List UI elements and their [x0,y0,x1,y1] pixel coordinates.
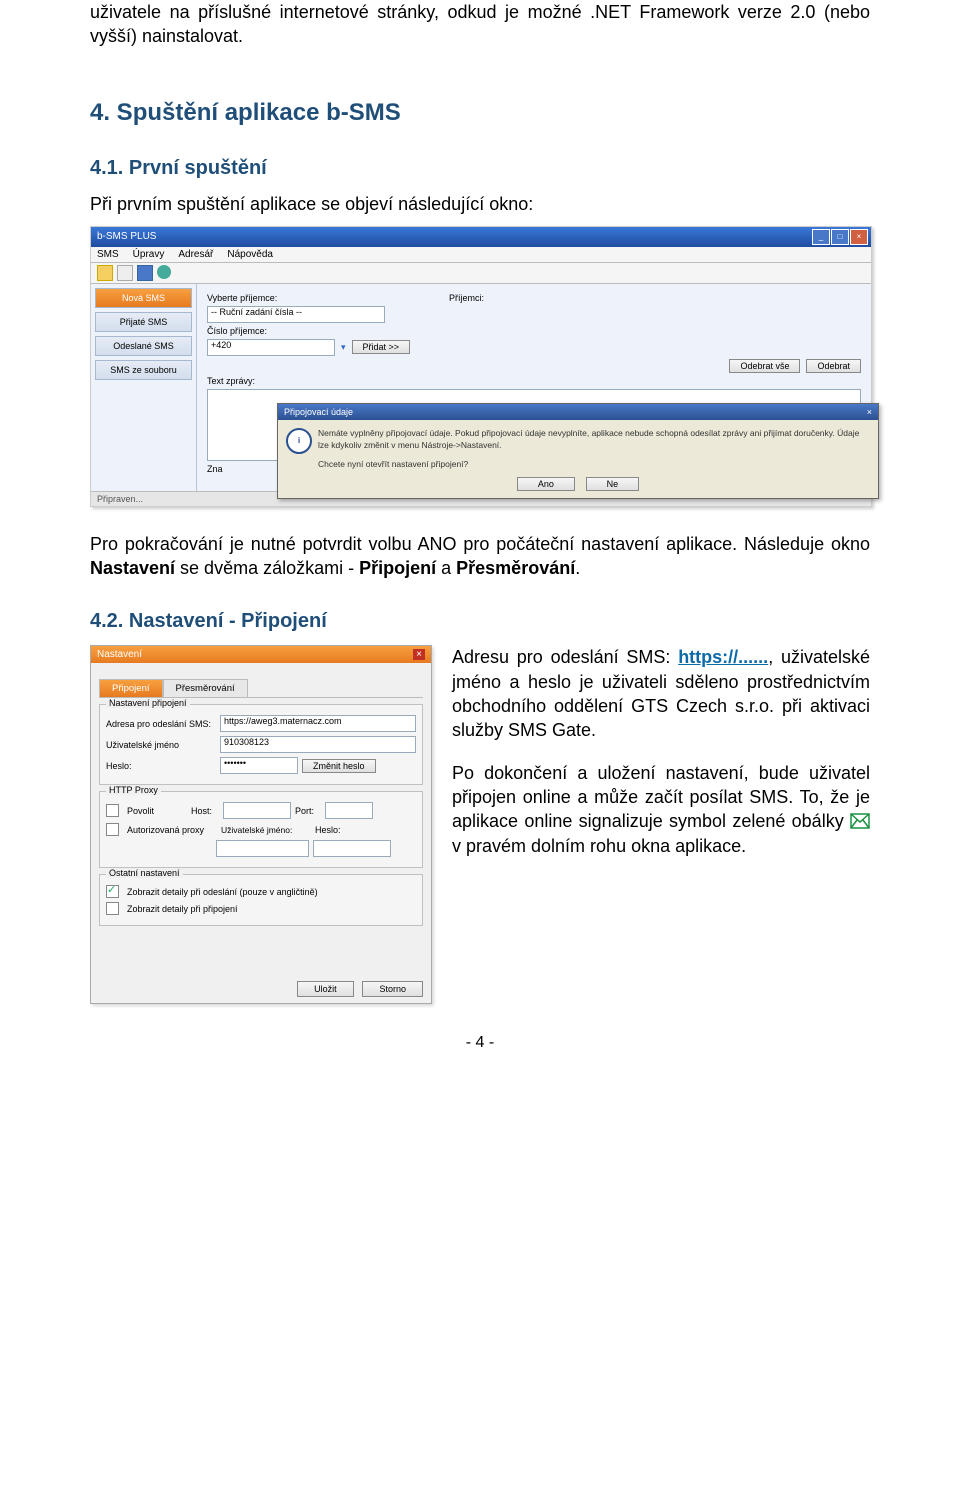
btn-ne[interactable]: Ne [586,477,640,491]
info-icon: i [286,428,312,454]
menu-napoveda[interactable]: Nápověda [227,249,273,260]
app-title: b-SMS PLUS [97,231,156,242]
settings-window-screenshot: Nastavení × Připojení Přesměrování Nasta… [90,645,432,1004]
input-username[interactable]: 910308123 [220,736,416,753]
close-icon[interactable]: × [850,229,868,245]
label-prijemci: Příjemci: [449,293,499,303]
input-heslo[interactable]: ••••••• [220,757,298,774]
input-proxy-user[interactable] [216,840,309,857]
menu-upravy[interactable]: Úpravy [133,249,165,260]
dialog-title: Připojovací údaje [284,407,353,417]
heading-4: 4. Spuštění aplikace b-SMS [90,99,870,127]
dialog-close-icon[interactable]: × [867,407,872,417]
link-https[interactable]: https://...... [678,647,768,667]
label-adresa: Adresa pro odeslání SMS: [106,719,216,729]
nav-nova-sms[interactable]: Nová SMS [95,288,192,308]
label-proxy-user: Uživatelské jméno: [221,825,311,835]
label-detaily-pripojeni: Zobrazit detaily při připojení [127,904,238,914]
select-ruc-zadani[interactable]: -- Ruční zadání čísla -- [207,306,385,323]
app-body: Nová SMS Přijaté SMS Odeslané SMS SMS ze… [91,284,871,491]
settings-button-row: Uložit Storno [91,976,431,1003]
menu-sms[interactable]: SMS [97,249,119,260]
label-host: Host: [191,806,219,816]
btn-storno[interactable]: Storno [362,981,423,997]
checkbox-authproxy[interactable] [106,823,119,836]
input-port[interactable] [325,802,373,819]
window-buttons: _ □ × [812,229,868,245]
settings-title: Nastavení [97,649,142,660]
btn-odebrat[interactable]: Odebrat [806,359,861,373]
intro-paragraph: uživatele na příslušné internetové strán… [90,0,870,49]
settings-close-icon[interactable]: × [413,649,425,660]
label-zna: Zna [207,464,223,474]
refresh-icon[interactable] [157,265,171,279]
heading-4-1: 4.1. První spuštění [90,157,870,180]
input-adresa[interactable]: https://aweg3.maternacz.com [220,715,416,732]
group-ostatni: Ostatní nastavení Zobrazit detaily při o… [99,874,423,926]
btn-pridat[interactable]: Přidat >> [352,340,411,354]
checkbox-detaily-pripojeni[interactable] [106,902,119,915]
label-cislo: Číslo příjemce: [207,326,297,336]
para-after-screenshot1: Pro pokračování je nutné potvrdit volbu … [90,532,870,581]
nav-panel: Nová SMS Přijaté SMS Odeslané SMS SMS ze… [91,284,197,491]
label-heslo: Heslo: [106,761,216,771]
legend-http-proxy: HTTP Proxy [106,785,161,795]
right-column: Adresu pro odeslání SMS: https://......,… [452,645,870,875]
menu-adresar[interactable]: Adresář [178,249,213,260]
app-window-screenshot: b-SMS PLUS _ □ × SMS Úpravy Adresář Nápo… [90,226,872,507]
nav-sms-ze-souboru[interactable]: SMS ze souboru [95,360,192,380]
checkbox-detaily-odeslani[interactable] [106,885,119,898]
minimize-icon[interactable]: _ [812,229,830,245]
tab-pripojeni[interactable]: Připojení [99,679,163,697]
content-area: Vyberte příjemce: Příjemci: -- Ruční zad… [197,284,871,491]
label-username: Uživatelské jméno [106,740,216,750]
label-vyberte-prijemce: Vyberte příjemce: [207,293,297,303]
btn-ano[interactable]: Ano [517,477,575,491]
heading-4-2: 4.2. Nastavení - Připojení [90,610,870,633]
group-nastaveni-pripojeni: Nastavení připojení Adresa pro odeslání … [99,704,423,785]
btn-zmenit-heslo[interactable]: Změnit heslo [302,759,376,773]
label-povolit: Povolit [127,806,187,816]
dialog-pripojovaci-udaje: Připojovací údaje × i Nemáte vyplněny př… [277,403,879,498]
checkbox-povolit[interactable] [106,804,119,817]
new-icon[interactable] [97,265,113,281]
nav-prijate-sms[interactable]: Přijaté SMS [95,312,192,332]
label-port: Port: [295,806,321,816]
legend-nastaveni-pripojeni: Nastavení připojení [106,698,190,708]
label-text-zpravy: Text zprávy: [207,376,255,386]
input-host[interactable] [223,802,291,819]
lead-4-1: Při prvním spuštění aplikace se objeví n… [90,192,870,216]
save-icon[interactable] [137,265,153,281]
group-http-proxy: HTTP Proxy Povolit Host: Port: Autorizov… [99,791,423,868]
open-icon[interactable] [117,265,133,281]
input-cislo[interactable]: +420 [207,339,335,356]
menu-bar: SMS Úpravy Adresář Nápověda [91,247,871,263]
titlebar: b-SMS PLUS _ □ × [91,227,871,247]
dialog-text-1: Nemáte vyplněny připojovací údaje. Pokud… [318,428,868,451]
label-proxy-pass: Heslo: [315,825,350,835]
label-detaily-odeslani: Zobrazit detaily při odeslání (pouze v a… [127,887,318,897]
nav-odeslane-sms[interactable]: Odeslané SMS [95,336,192,356]
maximize-icon[interactable]: □ [831,229,849,245]
envelope-icon [850,813,870,829]
input-proxy-pass[interactable] [313,840,391,857]
btn-odebrat-vse[interactable]: Odebrat vše [729,359,800,373]
label-authproxy: Autorizovaná proxy [127,825,217,835]
legend-ostatni: Ostatní nastavení [106,868,183,878]
dialog-text-2: Chcete nyní otevřít nastavení připojení? [318,459,868,470]
btn-ulozit[interactable]: Uložit [297,981,354,997]
toolbar [91,263,871,284]
page-number: - 4 - [90,1034,870,1052]
tab-presmerovani[interactable]: Přesměrování [163,679,248,697]
